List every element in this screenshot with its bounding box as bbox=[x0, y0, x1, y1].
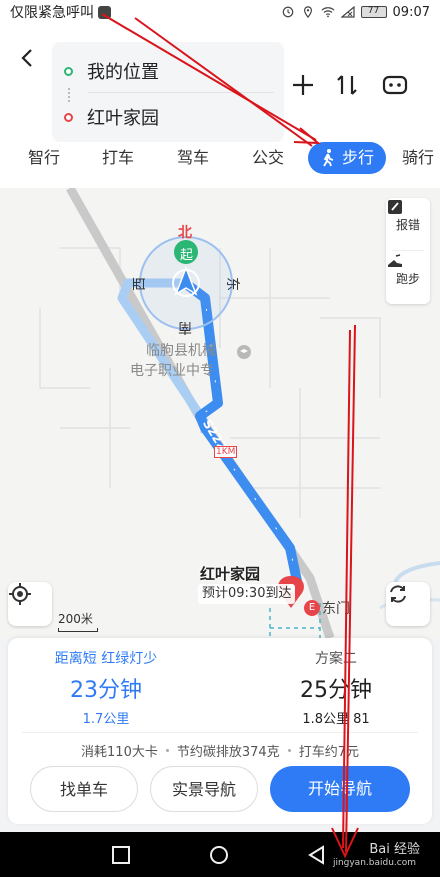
running-shoe-icon bbox=[388, 254, 402, 267]
location-icon bbox=[303, 6, 312, 18]
status-bar: 仅限紧急呼叫 77 09:07 bbox=[0, 0, 440, 24]
compass-north: 北 bbox=[178, 225, 192, 241]
start-marker: 起 bbox=[180, 248, 194, 263]
refresh-button[interactable] bbox=[386, 582, 430, 626]
end-point-row[interactable]: 红叶家园 bbox=[52, 97, 284, 137]
start-point-row[interactable]: 我的位置 bbox=[52, 51, 284, 91]
carbon-stat: 节约碳排放374克 bbox=[176, 744, 280, 760]
plus-icon[interactable] bbox=[288, 70, 318, 100]
calories-stat: 消耗110大卡 bbox=[81, 744, 158, 760]
stat-separator bbox=[287, 748, 291, 752]
option-1-distance: 1.7公里 bbox=[82, 712, 130, 727]
battery-indicator: 77 bbox=[360, 6, 387, 18]
swap-icon[interactable] bbox=[332, 70, 362, 100]
route-panel: 我的位置 红叶家园 智行 打车 驾车 公交 步行 骑行 bbox=[0, 24, 440, 188]
map-view[interactable]: 北 起 东 南 西 临朐县机械 电子职业中专 S222 1KM 报错 跑步 20… bbox=[0, 188, 440, 638]
system-nav-bar: Bai 经验 jingyan.baidu.com bbox=[0, 832, 440, 877]
tab-walk-label: 步行 bbox=[342, 148, 375, 167]
card-divider bbox=[22, 732, 418, 733]
tab-bike[interactable]: 骑行 bbox=[402, 142, 434, 174]
compass-south: 南 bbox=[178, 319, 192, 335]
clock: 09:07 bbox=[392, 4, 430, 20]
option-2-tag: 方案二 bbox=[315, 651, 357, 667]
start-navigation-button[interactable]: 开始导航 bbox=[270, 766, 410, 812]
refresh-icon bbox=[390, 585, 406, 603]
home-icon[interactable] bbox=[208, 844, 230, 866]
school-icon bbox=[237, 345, 251, 359]
poi-name-line2: 电子职业中专 bbox=[130, 363, 214, 379]
carrier-info: 仅限紧急呼叫 bbox=[10, 2, 111, 22]
stat-separator bbox=[165, 748, 169, 752]
km-badge: 1KM bbox=[214, 446, 238, 458]
running-tool[interactable]: 跑步 bbox=[386, 252, 430, 304]
taxi-stat: 打车约7元 bbox=[298, 744, 359, 760]
chevron-left-icon[interactable] bbox=[16, 46, 40, 70]
end-point-text: 红叶家园 bbox=[87, 108, 159, 129]
tab-walk[interactable]: 步行 bbox=[308, 142, 387, 174]
gate-text: 东门 bbox=[322, 601, 350, 617]
compass-east: 东 bbox=[224, 277, 240, 291]
input-divider bbox=[88, 92, 274, 93]
running-label: 跑步 bbox=[395, 271, 420, 286]
report-error-label: 报错 bbox=[395, 217, 420, 232]
walking-icon bbox=[323, 149, 334, 167]
find-bike-button[interactable]: 找单车 bbox=[30, 766, 138, 812]
map-scale: 200米 bbox=[58, 610, 98, 632]
map-side-tools: 报错 跑步 bbox=[386, 198, 430, 304]
tab-drive[interactable]: 驾车 bbox=[177, 142, 209, 174]
watermark-brand: Bai 经验 bbox=[369, 842, 420, 857]
ar-navigation-button[interactable]: 实景导航 bbox=[150, 766, 258, 812]
option-1-time: 23分钟 bbox=[70, 678, 142, 703]
compass-west: 西 bbox=[132, 277, 148, 291]
poi-name-line1: 临朐县机械 bbox=[146, 343, 216, 359]
wifi-icon bbox=[320, 7, 335, 18]
report-error-tool[interactable]: 报错 bbox=[386, 198, 430, 250]
start-point-text: 我的位置 bbox=[87, 62, 159, 83]
scale-bar-line bbox=[58, 628, 98, 632]
recent-apps-icon[interactable] bbox=[110, 844, 132, 866]
tab-bus[interactable]: 公交 bbox=[252, 142, 284, 174]
route-options-card: 距离短 红绿灯少 23分钟 1.7公里 方案二 25分钟 1.8公里 81 消耗… bbox=[8, 638, 432, 824]
tab-taxi[interactable]: 打车 bbox=[102, 142, 134, 174]
locate-button[interactable] bbox=[8, 582, 52, 626]
gate-marker-icon: E bbox=[304, 600, 320, 616]
route-option-2[interactable]: 方案二 25分钟 1.8公里 81 bbox=[220, 638, 432, 732]
alarm-icon bbox=[282, 6, 293, 18]
route-inputs: 我的位置 红叶家园 bbox=[52, 42, 284, 142]
scale-label: 200米 bbox=[58, 612, 93, 626]
notification-icon bbox=[98, 5, 111, 19]
more-icon[interactable] bbox=[380, 70, 410, 100]
start-dot-icon bbox=[64, 66, 73, 76]
option-2-time: 25分钟 bbox=[300, 678, 372, 703]
option-2-distance: 1.8公里 81 bbox=[302, 712, 370, 727]
eta-tag: 预计09:30到达 bbox=[198, 584, 296, 604]
back-icon[interactable] bbox=[306, 844, 328, 866]
carrier-text: 仅限紧急呼叫 bbox=[10, 5, 94, 21]
status-icons: 77 09:07 bbox=[281, 5, 430, 20]
tool-divider bbox=[392, 250, 424, 251]
signal-off-icon bbox=[340, 6, 355, 18]
end-dot-icon bbox=[64, 112, 73, 122]
travel-mode-tabs: 智行 打车 驾车 公交 步行 骑行 bbox=[0, 142, 440, 178]
option-1-tag: 距离短 红绿灯少 bbox=[54, 651, 158, 667]
crosshair-icon bbox=[9, 583, 31, 605]
watermark-url: jingyan.baidu.com bbox=[332, 858, 416, 868]
tab-smart[interactable]: 智行 bbox=[28, 142, 60, 174]
route-option-1[interactable]: 距离短 红绿灯少 23分钟 1.7公里 bbox=[8, 638, 220, 732]
route-stats: 消耗110大卡 节约碳排放374克 打车约7元 bbox=[8, 740, 432, 760]
edit-icon bbox=[388, 200, 402, 214]
gate-label: E 东门 bbox=[304, 598, 350, 618]
destination-label: 红叶家园 bbox=[200, 565, 261, 583]
